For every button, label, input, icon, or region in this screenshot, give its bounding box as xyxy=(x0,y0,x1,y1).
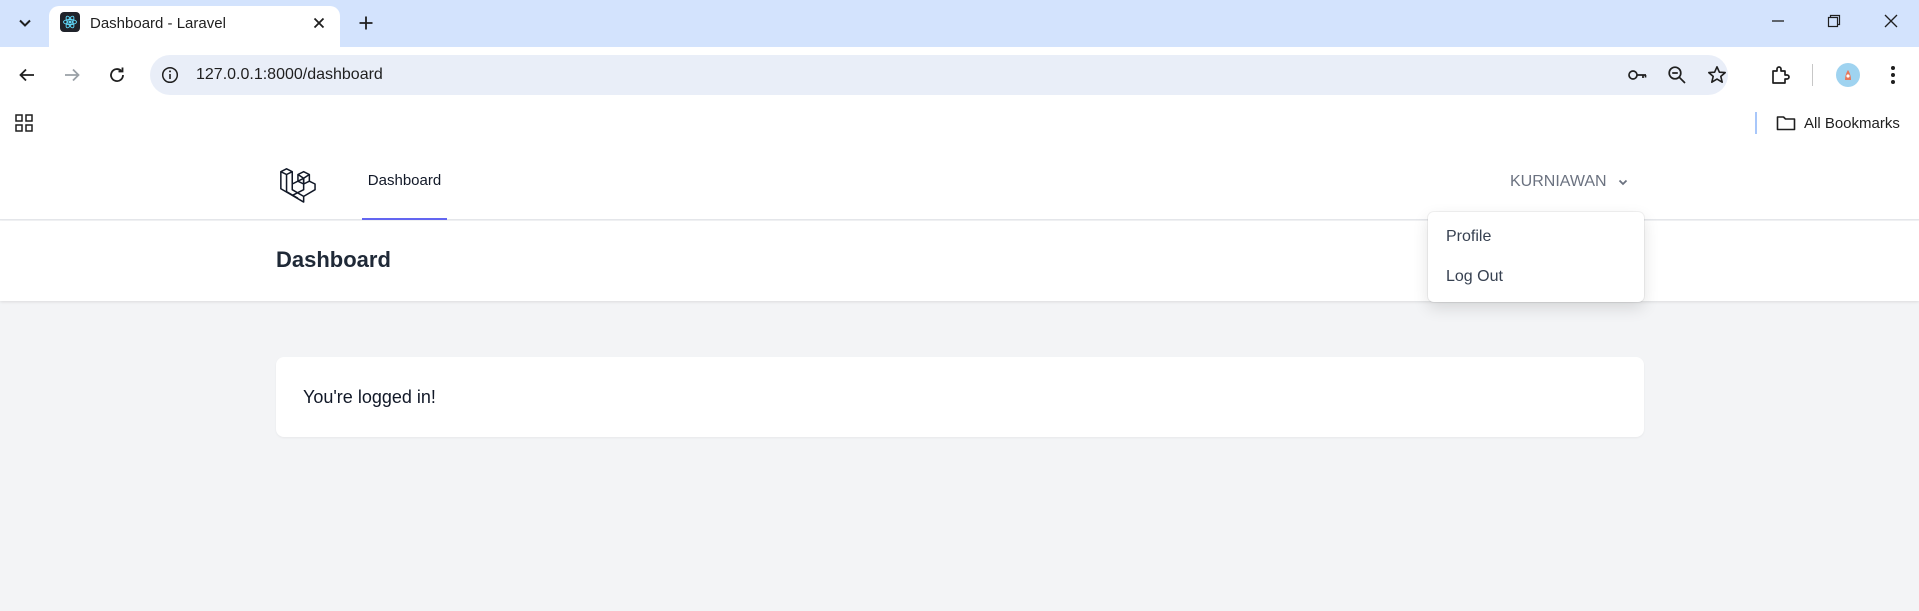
site-info-icon[interactable] xyxy=(160,65,180,85)
chevron-down-icon xyxy=(1618,179,1627,186)
all-bookmarks-label: All Bookmarks xyxy=(1804,114,1900,132)
minimize-button[interactable] xyxy=(1755,6,1801,36)
close-window-button[interactable] xyxy=(1868,6,1914,36)
url-text[interactable]: 127.0.0.1:8000/dashboard xyxy=(196,66,383,84)
tab-close-button[interactable] xyxy=(307,11,331,35)
close-icon xyxy=(313,17,325,29)
all-bookmarks-button[interactable]: All Bookmarks xyxy=(1776,112,1900,134)
chevron-down-icon xyxy=(19,19,31,27)
user-menu-button[interactable]: KURNIAWAN xyxy=(1510,167,1629,197)
password-key-icon[interactable] xyxy=(1626,64,1648,86)
close-icon xyxy=(1884,14,1898,28)
back-button[interactable] xyxy=(12,60,42,90)
user-dropdown-menu: Profile Log Out xyxy=(1428,212,1644,302)
folder-icon xyxy=(1776,116,1796,131)
page-title: Dashboard xyxy=(276,247,391,272)
restore-button[interactable] xyxy=(1811,6,1857,36)
menu-item-logout[interactable]: Log Out xyxy=(1428,258,1644,296)
arrow-right-icon xyxy=(65,68,80,82)
user-name: KURNIAWAN xyxy=(1510,173,1607,190)
tab-title: Dashboard - Laravel xyxy=(90,15,226,32)
nav-dashboard-link[interactable]: Dashboard xyxy=(362,143,447,220)
logged-in-message: You're logged in! xyxy=(303,387,436,407)
menu-item-profile[interactable]: Profile xyxy=(1428,218,1644,256)
react-favicon-icon xyxy=(60,12,80,32)
bookmarks-bar: All Bookmarks xyxy=(0,103,1919,143)
reload-icon xyxy=(110,67,124,82)
page-content: Dashboard KURNIAWAN Dashboard You're log… xyxy=(0,143,1919,611)
address-bar[interactable]: 127.0.0.1:8000/dashboard xyxy=(150,55,1728,95)
reload-button[interactable] xyxy=(102,60,132,90)
browser-tab[interactable]: Dashboard - Laravel xyxy=(49,6,340,47)
zoom-icon[interactable] xyxy=(1666,64,1688,86)
app-navbar: Dashboard KURNIAWAN xyxy=(0,143,1919,220)
toolbar-divider xyxy=(1812,64,1813,86)
new-tab-button[interactable] xyxy=(352,9,380,37)
laravel-logo-icon[interactable] xyxy=(278,165,316,203)
tab-strip: Dashboard - Laravel xyxy=(0,0,1919,47)
bookmark-star-icon[interactable] xyxy=(1706,64,1728,86)
forward-button[interactable] xyxy=(57,60,87,90)
menu-kebab-icon[interactable] xyxy=(1880,62,1906,88)
profile-avatar-icon[interactable] xyxy=(1835,62,1861,88)
plus-icon xyxy=(359,16,373,30)
content-card: You're logged in! xyxy=(276,357,1644,437)
apps-grid-icon[interactable] xyxy=(13,112,35,134)
tab-search-button[interactable] xyxy=(10,9,40,37)
restore-icon xyxy=(1827,14,1841,28)
extensions-puzzle-icon[interactable] xyxy=(1768,62,1794,88)
bookmarks-divider xyxy=(1755,112,1757,134)
arrow-left-icon xyxy=(19,68,34,82)
minimize-icon xyxy=(1772,20,1784,22)
